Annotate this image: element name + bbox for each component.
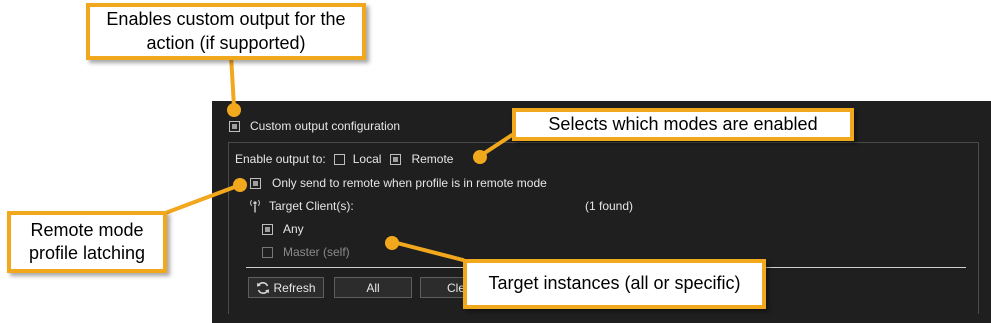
callout-latching-line1: Remote mode (30, 219, 144, 240)
callout-targets: Target instances (all or specific) (463, 259, 766, 309)
annotated-screenshot: Custom output configuration Enable outpu… (0, 0, 991, 323)
callout-modes: Selects which modes are enabled (512, 108, 854, 141)
callout-targets-text: Target instances (all or specific) (488, 273, 741, 294)
callout-custom-output-line2: action (if supported) (146, 32, 306, 53)
callout-pointer-dot (473, 150, 487, 164)
callout-modes-text: Selects which modes are enabled (548, 113, 818, 134)
callout-latching: Remote mode profile latching (7, 211, 167, 273)
callout-custom-output-line1: Enables custom output for the (106, 9, 346, 30)
callout-pointer-dot (233, 178, 247, 192)
callout-custom-output: Enables custom output for the action (if… (86, 3, 366, 60)
callout-latching-line2: profile latching (28, 243, 146, 263)
callout-pointer-dot (227, 103, 241, 117)
callout-pointer-dot (385, 236, 399, 250)
